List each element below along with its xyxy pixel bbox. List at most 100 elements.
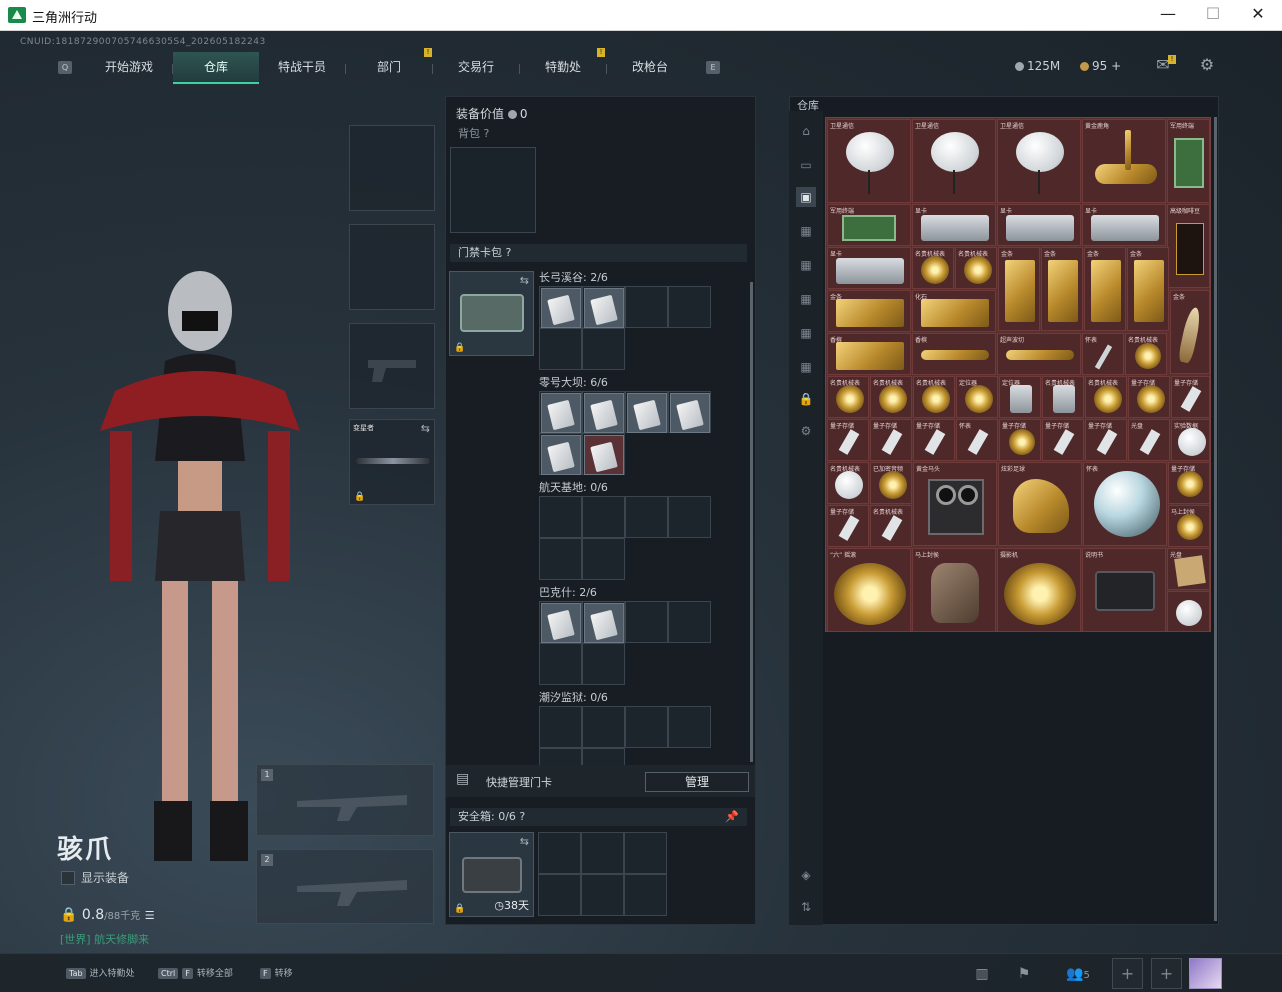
settings-gear-icon[interactable]: ⚙ [1197,55,1217,75]
warehouse-item[interactable]: “六” 摇滚 [827,548,911,632]
card-slot[interactable] [668,286,711,328]
warehouse-item[interactable]: 光盘 [1128,419,1170,461]
warehouse-item[interactable]: 量子存储 [1168,462,1210,504]
warehouse-item[interactable]: 量子存储 [827,505,869,547]
warehouse-item[interactable]: 名贵机械表 [1125,333,1167,375]
silver-currency[interactable]: 125M [1015,59,1060,73]
keycard-item[interactable] [584,288,624,328]
warehouse-item[interactable]: 量子存储 [870,419,912,461]
warehouse-item[interactable]: 高级咖啡豆 [1167,204,1210,288]
warehouse-item[interactable]: 名贵机械表 [870,376,912,418]
warehouse-item[interactable]: 量子存储 [1042,419,1084,461]
warehouse-item[interactable]: 名贵机械表 [827,462,869,504]
show-equipment-toggle[interactable]: 显示装备 [61,869,129,886]
keycard-item[interactable] [584,393,624,433]
warehouse-item[interactable]: 金条 [1041,247,1083,331]
warehouse-item[interactable]: 香槟 [827,333,911,375]
warehouse-item[interactable]: 摄影机 [997,548,1081,632]
invite-slot-1[interactable]: + [1112,958,1143,989]
sort-icon[interactable]: ⇅ [796,897,816,917]
warehouse-item[interactable]: 香槟 [912,333,996,375]
cardpack-scrollbar[interactable] [750,282,753,762]
warehouse-item[interactable]: 定位器 [999,376,1041,418]
warehouse-item[interactable]: 金条 [1170,290,1210,374]
tab-warehouse[interactable]: 仓库 [173,52,259,84]
armor-slot[interactable] [349,224,435,310]
close-button[interactable]: ✕ [1235,0,1281,30]
minimize-button[interactable]: — [1145,0,1191,30]
warehouse-item[interactable]: 名贵机械表 [827,376,869,418]
warehouse-item[interactable]: 马上封侯 [1168,505,1210,547]
tab-department[interactable]: 部门 [346,52,432,84]
warehouse-item[interactable]: 量子存储 [827,419,869,461]
warehouse-item[interactable]: 金条 [827,290,911,332]
keycard-swap-icon[interactable]: ⇆ [520,274,529,287]
card-slot[interactable] [582,286,625,328]
stats-chart-icon[interactable]: ▥ [970,962,994,986]
warehouse-item[interactable]: 卫星通信 [827,119,911,203]
warehouse-item[interactable]: 军用终端 [827,204,911,246]
keycard-item[interactable] [627,393,667,433]
show-equipment-checkbox[interactable] [61,871,75,885]
flag-icon[interactable]: ⚑ [1012,962,1036,986]
primary-weapon-slot-1[interactable]: 1 [256,764,434,836]
warehouse-item[interactable]: 量子存储 [913,419,955,461]
weight-list-icon[interactable]: ☰ [145,909,155,922]
warehouse-tab-2-icon[interactable]: ▭ [796,155,816,175]
warehouse-tab-7-icon[interactable]: ▦ [796,323,816,343]
warehouse-item[interactable]: 炫彩足球 [998,462,1082,546]
warehouse-tab-6-icon[interactable]: ▦ [796,289,816,309]
warehouse-item[interactable]: 金条 [1127,247,1169,331]
warehouse-item[interactable]: 量子存储 [1128,376,1170,418]
tab-special-ops[interactable]: 特勤处 [520,52,606,84]
swap-icon[interactable]: ⇆ [421,422,430,435]
warehouse-item[interactable]: 量子存储 [1171,376,1210,418]
keycard-item[interactable] [584,603,624,643]
invite-slot-2[interactable]: + [1151,958,1182,989]
maximize-button[interactable]: ☐ [1190,0,1236,30]
warehouse-item[interactable]: 卫星通信 [912,119,996,203]
nav-right-key[interactable]: E [706,61,720,74]
warehouse-item[interactable]: 定位器 [956,376,998,418]
warehouse-item[interactable]: 显卡 [1082,204,1166,246]
primary-weapon-slot-2[interactable]: 2 [256,849,434,924]
warehouse-item[interactable]: 名贵机械表 [1085,376,1127,418]
add-currency-button[interactable]: + [1111,59,1121,73]
warehouse-item[interactable]: 名贵机械表 [912,247,954,289]
warehouse-item[interactable] [1167,591,1210,632]
tab-operators[interactable]: 特战干员 [259,52,345,84]
tab-gunsmith[interactable]: 改枪台 [607,52,693,84]
card-slot[interactable] [539,286,582,328]
warehouse-item[interactable]: 已加密音频 [870,462,912,504]
pin-icon[interactable]: 📌 [725,808,739,826]
card-slot[interactable] [539,328,582,370]
hotkey-enter-special-ops[interactable]: Tab 进入特勤处 [66,966,135,979]
keycard-item[interactable] [670,393,710,433]
warehouse-item[interactable]: 黄金马头 [913,462,997,546]
keycard-item[interactable] [584,435,624,475]
melee-slot[interactable]: 变星者 ⇆ 🔒 [349,419,435,505]
player-avatar[interactable] [1189,958,1222,989]
warehouse-item[interactable]: 化石 [912,290,996,332]
tab-start-game[interactable]: 开始游戏 [86,52,172,84]
keycard-case-slot[interactable]: ⇆ 🔒 [449,271,534,356]
warehouse-tab-5-icon[interactable]: ▦ [796,255,816,275]
warehouse-item[interactable]: 金条 [998,247,1040,331]
safebox-slot[interactable]: ⇆ 🔒 ◷38天 [449,832,534,917]
warehouse-item[interactable]: 名贵机械表 [1042,376,1084,418]
warehouse-item[interactable]: 光盘 [1167,548,1210,590]
warehouse-item[interactable]: 黄金鹿角 [1082,119,1166,203]
warehouse-tab-4-icon[interactable]: ▦ [796,221,816,241]
safebox-swap-icon[interactable]: ⇆ [520,835,529,848]
warehouse-item[interactable]: 怀表 [956,419,998,461]
helmet-slot[interactable] [349,125,435,211]
warehouse-item[interactable]: 量子存储 [1085,419,1127,461]
keycard-item[interactable] [541,393,581,433]
hotkey-transfer[interactable]: F 转移 [260,966,293,979]
layers-icon[interactable]: ◈ [796,865,816,885]
manage-button[interactable]: 管理 [645,772,749,792]
warehouse-item[interactable]: 说明书 [1082,548,1166,632]
warehouse-item[interactable]: 卫星通信 [997,119,1081,203]
warehouse-tab-3-icon[interactable]: ▣ [796,187,816,207]
warehouse-item[interactable]: 显卡 [912,204,996,246]
